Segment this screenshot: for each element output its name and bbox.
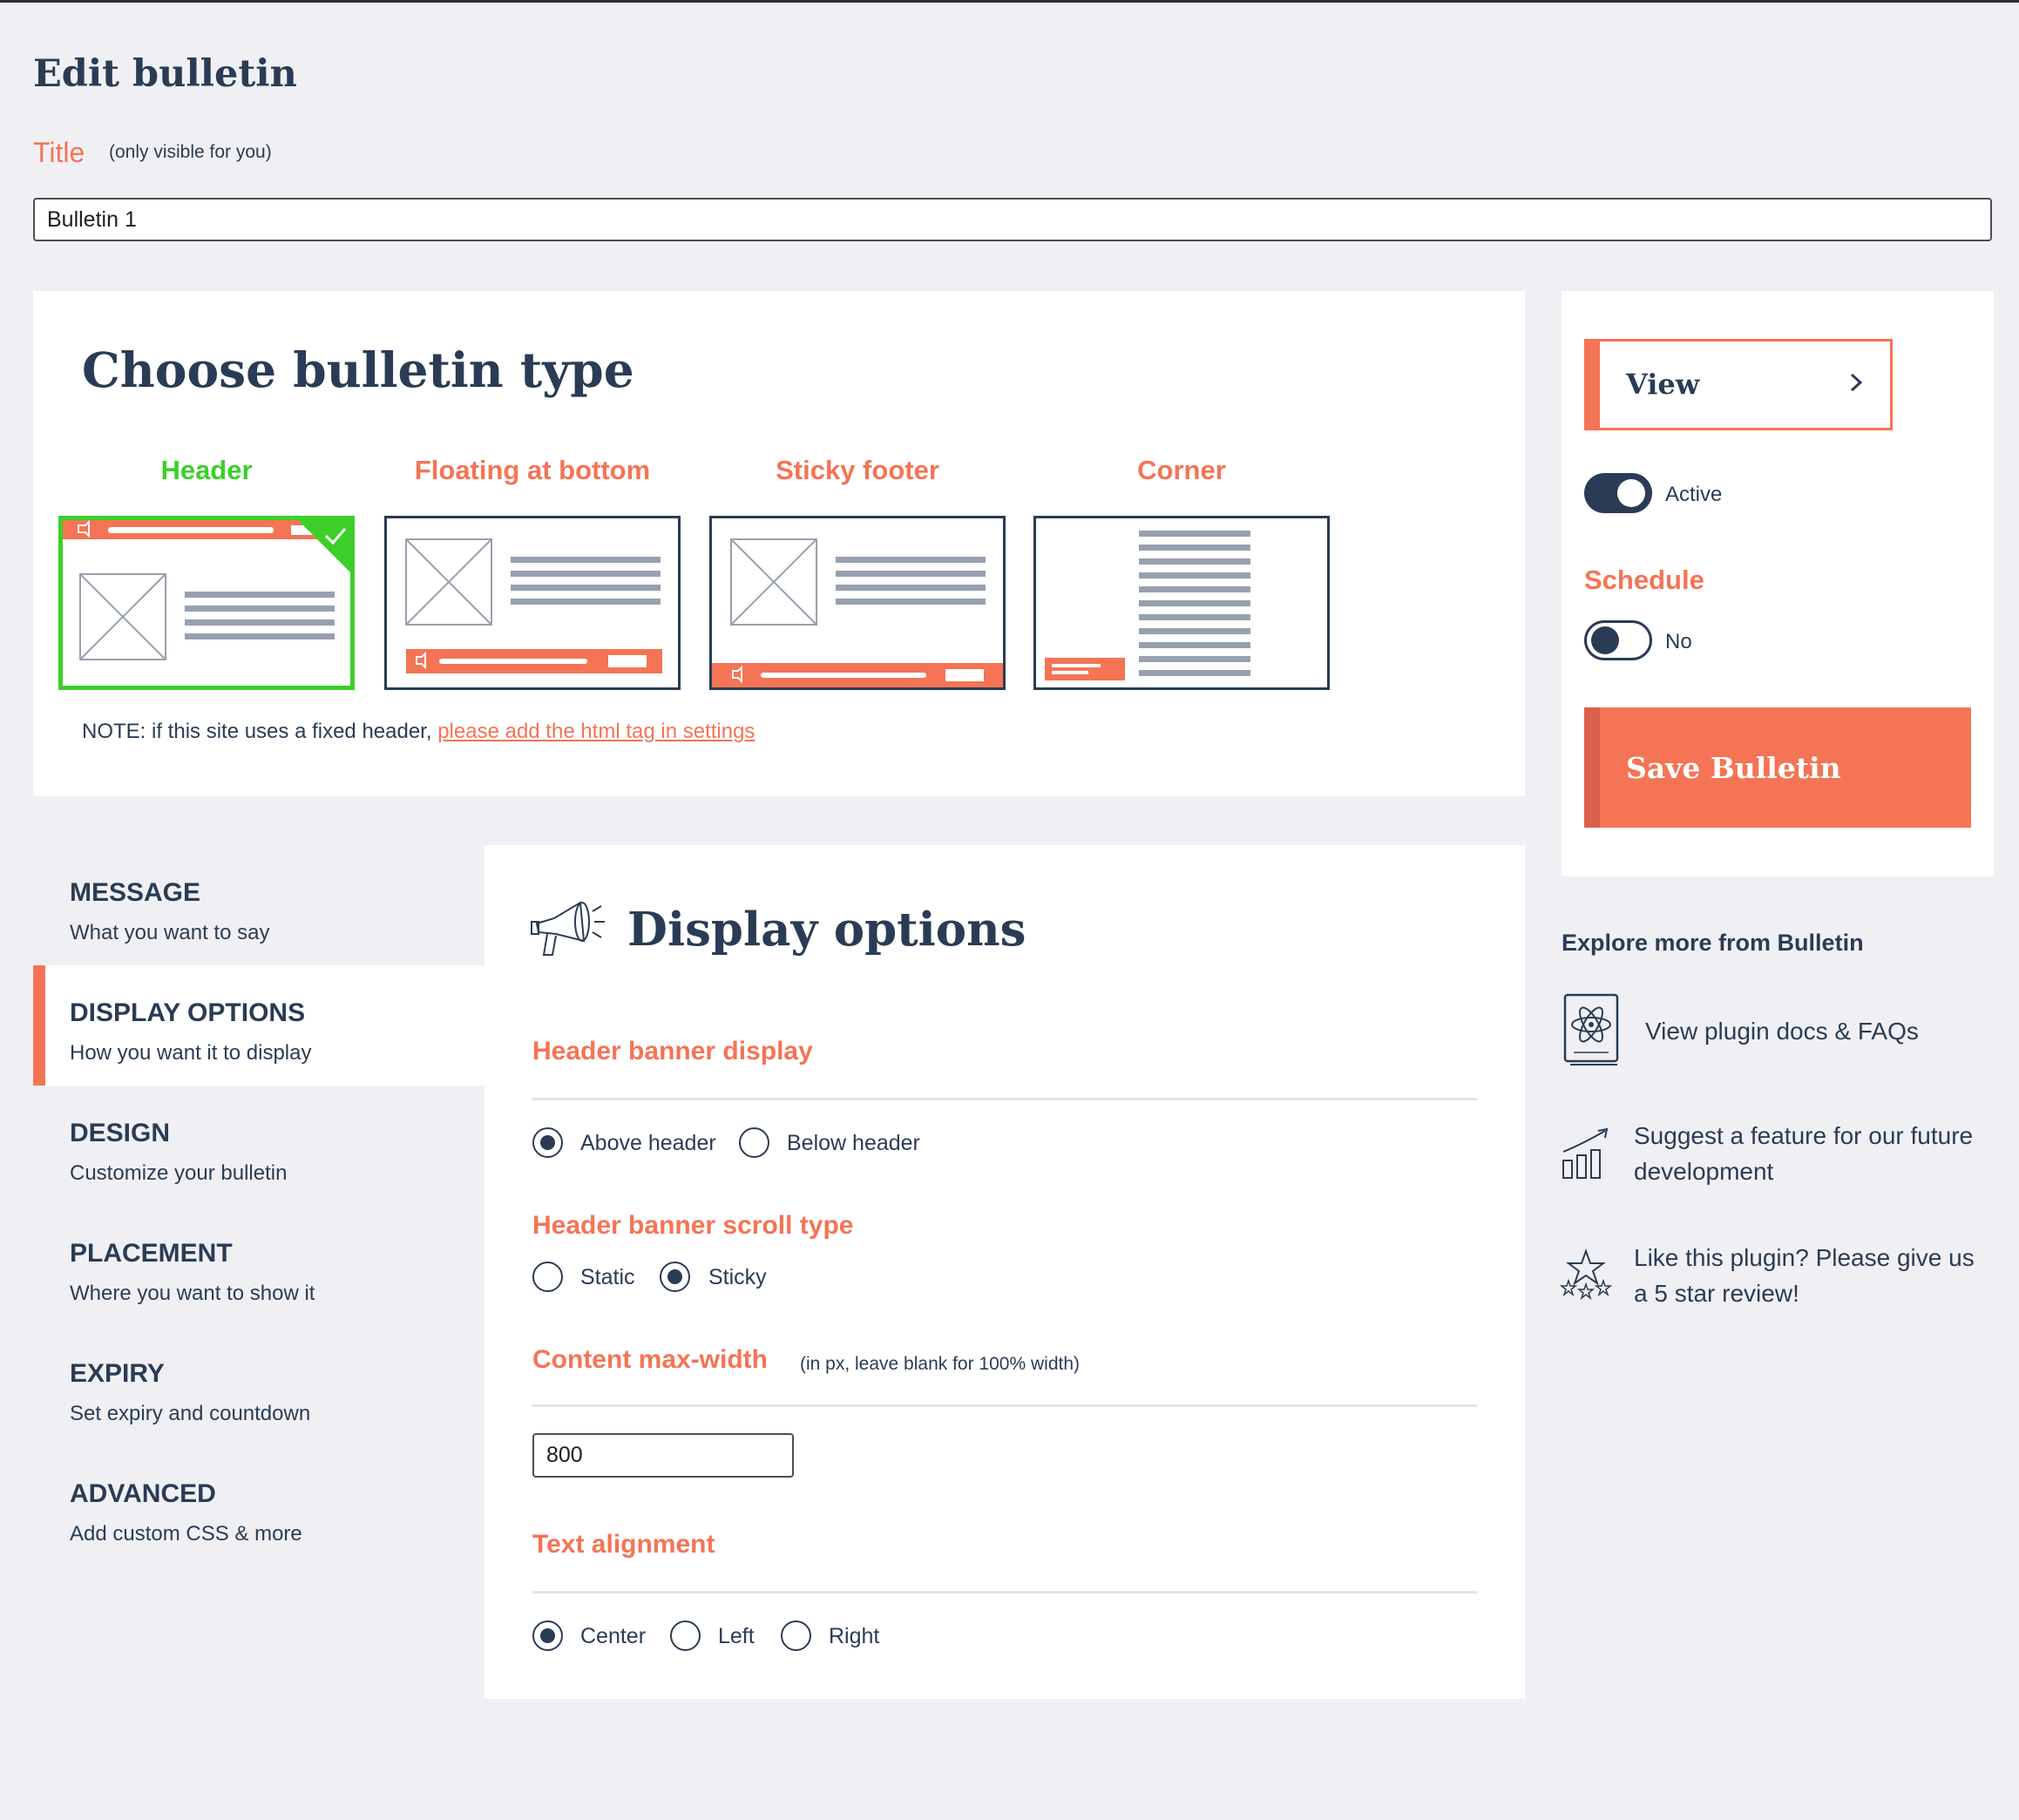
scroll-type-title: Header banner scroll type xyxy=(532,1211,854,1240)
nav-item-title: PLACEMENT xyxy=(70,1239,233,1268)
text-alignment-title: Text alignment xyxy=(532,1530,715,1559)
type-option-corner[interactable] xyxy=(1033,516,1330,690)
type-label-floating: Floating at bottom xyxy=(414,455,651,485)
explore-title: Explore more from Bulletin xyxy=(1562,930,1864,956)
active-label: Active xyxy=(1665,483,1723,506)
radio-above-header[interactable] xyxy=(532,1127,563,1158)
type-option-header[interactable] xyxy=(58,516,355,690)
nav-item-subtitle: What you want to say xyxy=(70,921,270,944)
nav-item-title: ADVANCED xyxy=(70,1479,216,1508)
nav-item-advanced[interactable]: ADVANCED Add custom CSS & more xyxy=(33,1446,484,1566)
growth-chart-icon xyxy=(1560,1126,1612,1186)
radio-below-header-label: Below header xyxy=(787,1131,920,1155)
radio-sticky[interactable] xyxy=(660,1262,690,1292)
max-width-hint: (in px, leave blank for 100% width) xyxy=(800,1354,1080,1374)
nav-item-expiry[interactable]: EXPIRY Set expiry and countdown xyxy=(33,1326,484,1446)
docs-link[interactable]: View plugin docs & FAQs xyxy=(1645,1013,1994,1049)
view-button[interactable]: View xyxy=(1584,339,1893,430)
fixed-header-note-text: NOTE: if this site uses a fixed header, xyxy=(82,720,432,743)
radio-right-label: Right xyxy=(829,1624,880,1648)
book-atom-icon xyxy=(1562,991,1621,1072)
nav-item-subtitle: Customize your bulletin xyxy=(70,1161,288,1185)
max-width-title: Content max-width xyxy=(532,1345,768,1374)
top-border xyxy=(0,0,2019,3)
active-toggle[interactable] xyxy=(1584,473,1652,513)
nav-item-message[interactable]: MESSAGE What you want to say xyxy=(33,845,484,965)
type-label-header: Header xyxy=(160,455,253,485)
stars-icon xyxy=(1559,1248,1613,1304)
max-width-input[interactable] xyxy=(532,1433,794,1478)
radio-left-label: Left xyxy=(718,1624,755,1648)
radio-static-label: Static xyxy=(580,1265,635,1289)
nav-item-title: DISPLAY OPTIONS xyxy=(70,998,306,1027)
publish-sidebar: View Active Schedule No Save Bulletin xyxy=(1562,291,1994,876)
megaphone-icon xyxy=(528,892,606,966)
radio-right[interactable] xyxy=(781,1620,811,1651)
nav-item-subtitle: How you want it to display xyxy=(70,1041,312,1065)
radio-center[interactable] xyxy=(532,1620,563,1651)
view-button-label: View xyxy=(1626,368,1700,401)
floating-preview-illustration xyxy=(405,538,662,673)
bulletin-type-card: Choose bulletin type Header Floating at … xyxy=(33,291,1525,796)
header-preview-illustration xyxy=(63,520,350,660)
display-options-panel: Display options Header banner display Ab… xyxy=(484,845,1525,1699)
radio-static[interactable] xyxy=(532,1262,563,1292)
radio-center-label: Center xyxy=(580,1624,647,1648)
display-options-heading: Display options xyxy=(627,903,1026,957)
title-input[interactable] xyxy=(33,198,1992,241)
nav-item-title: MESSAGE xyxy=(70,878,201,907)
nav-item-display-options[interactable]: DISPLAY OPTIONS How you want it to displ… xyxy=(33,965,484,1086)
schedule-label: Schedule xyxy=(1584,565,1704,595)
type-option-sticky-footer[interactable] xyxy=(709,516,1006,690)
type-label-corner: Corner xyxy=(1137,455,1226,485)
chevron-right-icon xyxy=(1848,369,1866,400)
title-field-label: Title xyxy=(33,137,85,168)
page-title: Edit bulletin xyxy=(33,52,297,96)
save-bulletin-label: Save Bulletin xyxy=(1626,751,1841,785)
suggest-feature-link[interactable]: Suggest a feature for our future develop… xyxy=(1634,1118,1993,1189)
sticky-footer-preview-illustration xyxy=(712,538,1003,687)
nav-item-placement[interactable]: PLACEMENT Where you want to show it xyxy=(33,1206,484,1326)
corner-preview-illustration xyxy=(1045,531,1250,680)
nav-item-subtitle: Where you want to show it xyxy=(70,1282,315,1305)
nav-item-subtitle: Add custom CSS & more xyxy=(70,1522,302,1546)
save-bulletin-button[interactable]: Save Bulletin xyxy=(1584,707,1971,828)
fixed-header-note: NOTE: if this site uses a fixed header, … xyxy=(82,720,755,744)
header-banner-display-title: Header banner display xyxy=(532,1037,813,1066)
radio-below-header[interactable] xyxy=(739,1127,769,1158)
divider xyxy=(532,1404,1477,1407)
schedule-toggle-knob xyxy=(1591,626,1619,654)
type-option-floating[interactable] xyxy=(384,516,681,690)
settings-link[interactable]: please add the html tag in settings xyxy=(437,720,755,743)
bulletin-type-heading: Choose bulletin type xyxy=(82,342,634,398)
schedule-value: No xyxy=(1665,630,1692,653)
radio-left[interactable] xyxy=(670,1620,701,1651)
radio-sticky-label: Sticky xyxy=(708,1265,767,1289)
title-field-hint: (only visible for you) xyxy=(109,142,272,162)
active-toggle-knob xyxy=(1617,479,1645,507)
nav-item-title: EXPIRY xyxy=(70,1359,165,1388)
nav-item-subtitle: Set expiry and countdown xyxy=(70,1402,311,1425)
nav-item-title: DESIGN xyxy=(70,1119,171,1147)
radio-above-header-label: Above header xyxy=(580,1131,716,1155)
type-label-sticky-footer: Sticky footer xyxy=(776,455,939,485)
divider xyxy=(532,1098,1477,1100)
divider xyxy=(532,1591,1477,1593)
schedule-toggle[interactable] xyxy=(1584,620,1652,660)
review-link[interactable]: Like this plugin? Please give us a 5 sta… xyxy=(1634,1240,1993,1311)
nav-item-design[interactable]: DESIGN Customize your bulletin xyxy=(33,1086,484,1206)
